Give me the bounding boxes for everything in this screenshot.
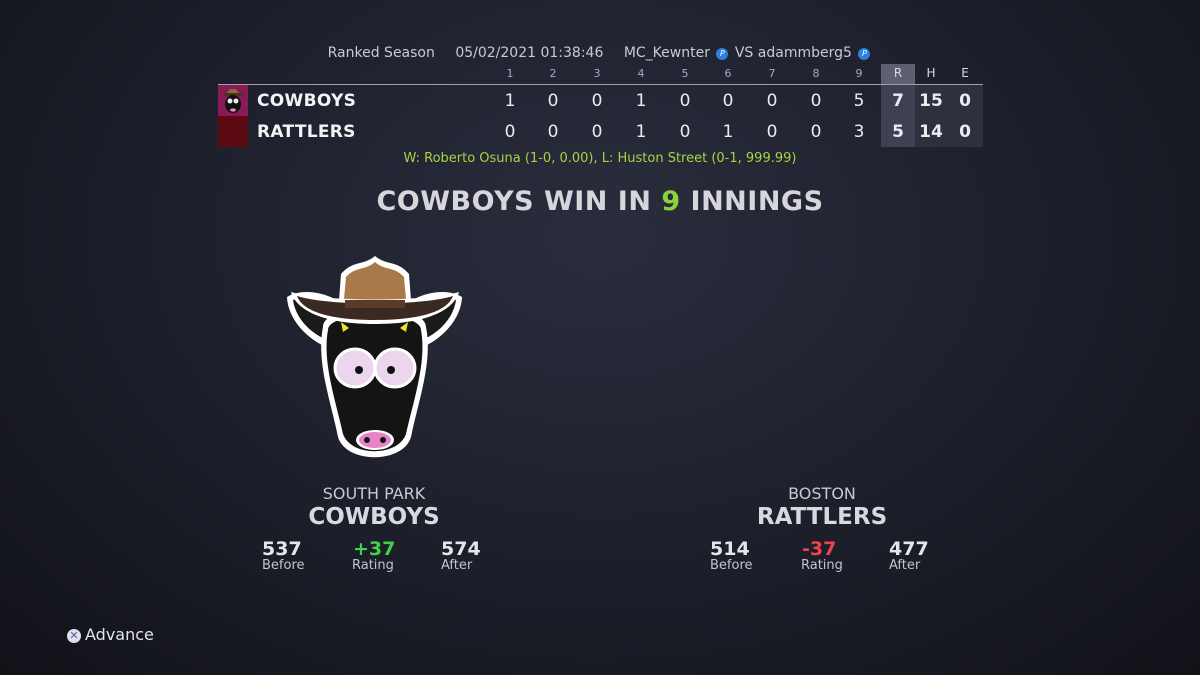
inning-score: 0 (810, 91, 822, 111)
away-before-stat: 514 Before (710, 538, 753, 573)
stat-label: Rating (352, 558, 394, 573)
inning-score: 0 (547, 91, 559, 111)
inning-score: 1 (635, 122, 647, 142)
stat-value: +37 (353, 538, 396, 560)
runs-total: 7 (892, 91, 904, 111)
stat-value: 514 (710, 538, 750, 560)
advance-label: Advance (85, 625, 154, 644)
game-result: COWBOYS WIN IN 9 INNINGS (0, 186, 1200, 217)
inning-score: 0 (591, 91, 603, 111)
stat-label: After (441, 558, 473, 573)
inning-header: 8 (812, 67, 820, 80)
inning-score: 1 (722, 122, 734, 142)
inning-header: 3 (593, 67, 601, 80)
away-rating-stats: 514 Before -37 Rating 477 After (710, 538, 950, 578)
stat-value: 477 (889, 538, 929, 560)
player1-name: MC_Kewnter (623, 45, 710, 61)
inning-score: 0 (766, 91, 778, 111)
inning-header: 5 (681, 67, 689, 80)
inning-header: 2 (549, 67, 557, 80)
inning-score: 3 (853, 122, 865, 142)
player2-name: adammberg5 (757, 45, 852, 61)
linescore-box: 1 2 3 4 5 6 7 8 9 R H E COWBOYS 1 0 0 1 … (218, 64, 983, 147)
inning-score: 1 (635, 91, 647, 111)
inning-score: 0 (504, 122, 516, 142)
rattlers-color-swatch (218, 116, 248, 147)
runs-total: 5 (892, 122, 904, 142)
stat-label: After (889, 558, 921, 573)
away-team-name: RATTLERS (756, 504, 888, 530)
pitching-decision: W: Roberto Osuna (1-0, 0.00), L: Huston … (403, 151, 797, 166)
inning-header: 7 (768, 67, 776, 80)
stat-label: Before (710, 558, 753, 573)
home-city: SOUTH PARK (322, 484, 426, 503)
cross-button-icon: ✕ (67, 629, 81, 643)
stat-label: Before (262, 558, 305, 573)
inning-score: 0 (547, 122, 559, 142)
inning-score: 0 (722, 91, 734, 111)
hits-total: 15 (919, 91, 943, 111)
inning-score: 0 (810, 122, 822, 142)
linescore-row-rattlers: RATTLERS 0 0 0 1 0 1 0 0 3 5 14 0 (218, 116, 983, 147)
cowboys-logo-icon (218, 85, 248, 116)
game-header: Ranked Season 05/02/2021 01:38:46 MC_Kew… (0, 45, 1200, 61)
inning-header: 9 (855, 67, 863, 80)
stat-label: Rating (801, 558, 843, 573)
result-text: COWBOYS WIN IN (376, 186, 662, 217)
away-city: BOSTON (788, 484, 856, 503)
inning-header: 6 (724, 67, 732, 80)
cowboys-cow-logo-icon (283, 252, 466, 464)
inning-score: 0 (766, 122, 778, 142)
runs-header: R (893, 66, 903, 80)
playstation-icon: P (858, 48, 871, 60)
inning-header: 1 (506, 67, 514, 80)
home-team-label: SOUTH PARK COWBOYS (254, 484, 494, 530)
inning-score: 0 (679, 122, 691, 142)
matchup: MC_Kewnter P VS adammberg5 P (624, 45, 873, 61)
home-team-name: COWBOYS (308, 504, 440, 530)
home-rating-stats: 537 Before +37 Rating 574 After (262, 538, 502, 578)
inning-score: 0 (679, 91, 691, 111)
result-text: INNINGS (680, 186, 824, 217)
errors-total: 0 (959, 122, 971, 142)
home-before-stat: 537 Before (262, 538, 305, 573)
vs-label: VS (734, 45, 754, 61)
home-rating-stat: +37 Rating (352, 538, 395, 573)
inning-score: 5 (853, 91, 865, 111)
innings-header: 1 2 3 4 5 6 7 8 9 R H E (218, 64, 983, 85)
home-after-stat: 574 After (441, 538, 481, 573)
hits-header: H (926, 66, 936, 80)
game-mode: Ranked Season (327, 45, 435, 61)
inning-score: 0 (591, 122, 603, 142)
errors-header: E (961, 66, 969, 80)
errors-total: 0 (959, 91, 971, 111)
linescore-row-cowboys: COWBOYS 1 0 0 1 0 0 0 0 5 7 15 0 (218, 85, 983, 116)
game-datetime: 05/02/2021 01:38:46 (455, 45, 604, 61)
team-name: COWBOYS (257, 91, 357, 111)
away-team-label: BOSTON RATTLERS (702, 484, 942, 530)
stat-value: -37 (802, 538, 837, 560)
stat-value: 537 (262, 538, 302, 560)
away-after-stat: 477 After (889, 538, 929, 573)
playstation-icon: P (716, 48, 729, 60)
stat-value: 574 (441, 538, 481, 560)
innings-count: 9 (661, 186, 681, 217)
advance-button[interactable]: ✕ Advance (67, 625, 154, 644)
away-rating-stat: -37 Rating (801, 538, 843, 573)
team-name: RATTLERS (257, 122, 356, 142)
inning-score: 1 (504, 91, 516, 111)
inning-header: 4 (637, 67, 645, 80)
hits-total: 14 (919, 122, 943, 142)
